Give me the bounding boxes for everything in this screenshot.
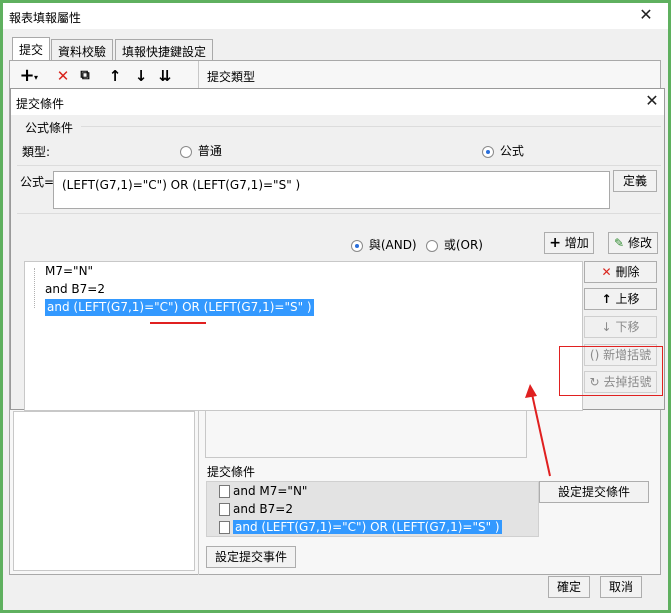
group-divider: [81, 126, 661, 127]
type-option-normal[interactable]: 普通: [180, 142, 222, 159]
toolbar: + ▾ ✕ ⧉ ↑ ↓ ⇊: [14, 64, 194, 90]
tree-guide-line: [34, 268, 35, 308]
submit-type-settings-box: [205, 411, 527, 458]
tab-fill-shortcut-settings[interactable]: 填報快捷鍵設定: [115, 39, 214, 61]
annotation-highlight-box: [559, 346, 663, 396]
document-icon: [219, 503, 230, 516]
radio-normal[interactable]: [180, 145, 192, 158]
tree-item[interactable]: and B7=2: [219, 501, 293, 518]
move-down-icon[interactable]: ↓: [130, 65, 152, 87]
annotation-arrow: [525, 384, 551, 477]
tab-data-validation[interactable]: 資料校驗: [51, 39, 114, 61]
formula-label: 公式=: [20, 175, 55, 189]
formula-divider: [17, 213, 661, 214]
type-option-formula[interactable]: 公式: [482, 142, 524, 159]
logic-option-and[interactable]: 與(AND): [351, 236, 417, 253]
define-button[interactable]: 定義: [613, 170, 657, 192]
add-condition-button[interactable]: + 增加: [544, 232, 594, 254]
submit-type-heading: 提交類型: [207, 70, 256, 84]
condition-list[interactable]: M7="N" and B7=2 and (LEFT(G7,1)="C") OR …: [24, 261, 583, 411]
move-up-icon[interactable]: ↑: [104, 65, 126, 87]
delete-icon: ✕: [601, 265, 612, 279]
arrow-up-icon: ↑: [601, 292, 612, 306]
tree-item-selected[interactable]: and (LEFT(G7,1)="C") OR (LEFT(G7,1)="S" …: [219, 519, 502, 536]
annotation-underline: [150, 322, 206, 324]
modify-icon: ✎: [614, 236, 625, 250]
arrow-down-icon: ↓: [601, 320, 612, 334]
dropdown-arrow-icon[interactable]: ▾: [34, 73, 38, 82]
submit-item-list[interactable]: [13, 411, 195, 571]
formula-condition-group-title: 公式條件: [25, 121, 74, 135]
copy-icon[interactable]: ⧉: [74, 65, 96, 87]
tab-submit[interactable]: 提交: [12, 37, 51, 61]
condition-item[interactable]: M7="N": [45, 263, 93, 280]
formula-input[interactable]: (LEFT(G7,1)="C") OR (LEFT(G7,1)="S" ): [53, 171, 610, 209]
document-icon: [219, 521, 230, 534]
dialog-close-icon[interactable]: ✕: [641, 93, 663, 113]
move-down-button[interactable]: ↓ 下移: [584, 316, 657, 338]
condition-item[interactable]: and B7=2: [45, 281, 105, 298]
move-bottom-icon[interactable]: ⇊: [154, 65, 176, 87]
logic-option-or[interactable]: 或(OR): [426, 236, 483, 253]
delete-condition-button[interactable]: ✕ 刪除: [584, 261, 657, 283]
plus-icon: +: [549, 235, 561, 251]
move-up-button[interactable]: ↑ 上移: [584, 288, 657, 310]
submit-conditions-tree[interactable]: and M7="N" and B7=2 and (LEFT(G7,1)="C")…: [206, 481, 539, 537]
set-submit-event-button[interactable]: 設定提交事件: [206, 546, 296, 568]
tree-item[interactable]: and M7="N": [219, 483, 307, 500]
delete-icon[interactable]: ✕: [52, 65, 74, 87]
ok-button[interactable]: 確定: [548, 576, 590, 598]
modify-condition-button[interactable]: ✎ 修改: [608, 232, 658, 254]
document-icon: [219, 485, 230, 498]
main-close-icon[interactable]: ✕: [635, 7, 657, 27]
main-window-title: 報表填報屬性: [9, 11, 82, 25]
condition-item-selected[interactable]: and (LEFT(G7,1)="C") OR (LEFT(G7,1)="S" …: [45, 299, 314, 316]
dialog-title: 提交條件: [16, 97, 65, 111]
dialog-titlebar: 提交條件 ✕: [11, 89, 664, 115]
cancel-button[interactable]: 取消: [600, 576, 642, 598]
radio-or[interactable]: [426, 239, 438, 252]
type-divider: [17, 165, 661, 166]
submit-conditions-label: 提交條件: [207, 465, 256, 479]
radio-and[interactable]: [351, 239, 363, 252]
set-submit-conditions-button[interactable]: 設定提交條件: [539, 481, 649, 503]
main-titlebar: 報表填報屬性 ✕: [3, 3, 668, 29]
type-label: 類型:: [22, 145, 51, 159]
radio-formula[interactable]: [482, 145, 494, 158]
